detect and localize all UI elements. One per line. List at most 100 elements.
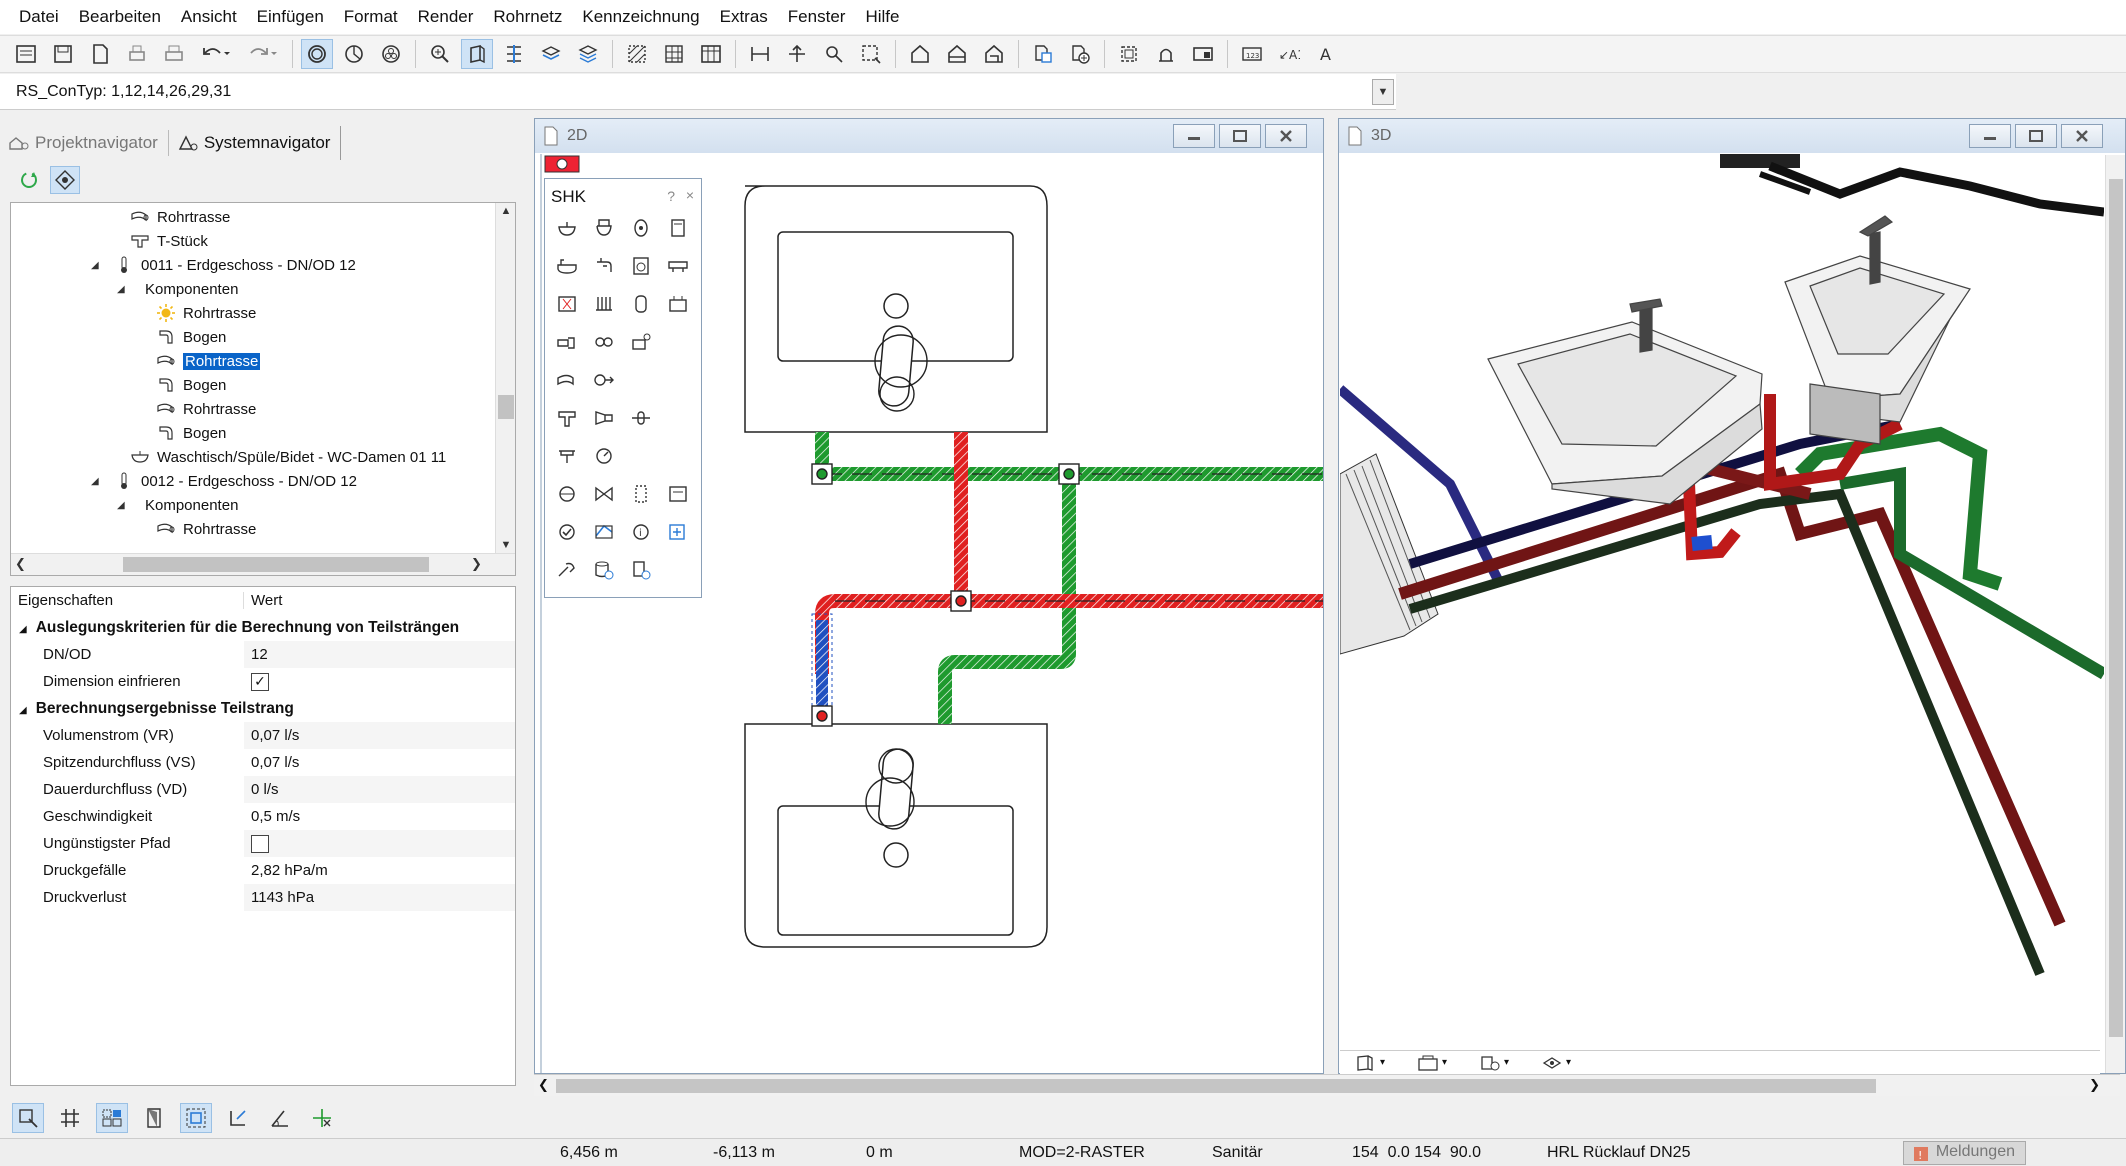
property-row-worst-path[interactable]: Ungünstigster Pfad <box>11 830 515 857</box>
text-style-button[interactable]: ↙A1 <box>1273 39 1305 69</box>
grid-button[interactable] <box>658 39 690 69</box>
chevron-down-icon[interactable]: ▼ <box>1372 79 1394 105</box>
frame-button[interactable] <box>1113 39 1145 69</box>
new-project-button[interactable] <box>10 39 42 69</box>
table-button[interactable] <box>695 39 727 69</box>
collapse-arrow-icon[interactable]: ◢ <box>91 476 105 487</box>
circle-node-icon[interactable] <box>555 483 579 505</box>
sink-icon[interactable] <box>666 255 690 277</box>
riser-button[interactable] <box>498 39 530 69</box>
property-row[interactable]: Volumenstrom (VR) 0,07 l/s <box>11 722 515 749</box>
measure-button[interactable] <box>781 39 813 69</box>
menu-extras[interactable]: Extras <box>711 0 779 34</box>
faucet-icon[interactable] <box>592 255 616 277</box>
tree-item[interactable]: T-Stück <box>129 229 208 253</box>
gate-valve-icon[interactable] <box>592 483 616 505</box>
tank-icon[interactable] <box>629 293 653 315</box>
menu-format[interactable]: Format <box>335 0 409 34</box>
maximize-button[interactable] <box>1219 124 1261 148</box>
close-button[interactable] <box>2061 124 2103 148</box>
solar-collector-icon[interactable] <box>629 331 653 353</box>
tool-icon[interactable] <box>555 559 579 581</box>
scroll-down-icon[interactable]: ▼ <box>496 539 515 551</box>
render-mode-dropdown[interactable]: ▾ <box>1416 1053 1456 1073</box>
menu-ansicht[interactable]: Ansicht <box>172 0 248 34</box>
print-button[interactable] <box>158 39 190 69</box>
scroll-right-icon[interactable]: ❯ <box>2089 1077 2100 1093</box>
tree-item[interactable]: Rohrtrasse <box>155 517 256 541</box>
snap-grid-button[interactable] <box>54 1103 86 1133</box>
layer-button[interactable] <box>535 39 567 69</box>
tree-horizontal-scrollbar[interactable]: ❮ ❯ <box>11 553 515 575</box>
property-group[interactable]: ◢ Berechnungsergebnisse Teilstrang <box>11 695 515 722</box>
ortho-button[interactable] <box>222 1103 254 1133</box>
scroll-left-icon[interactable]: ❮ <box>538 1077 549 1093</box>
tree-item[interactable]: ◢ Komponenten <box>117 493 238 517</box>
tab-systemnavigator[interactable]: Systemnavigator <box>169 126 342 160</box>
workspace-horizontal-scrollbar[interactable]: ❮ ❯ <box>534 1074 2120 1096</box>
collapse-arrow-icon[interactable]: ◢ <box>117 500 131 511</box>
urinal-icon[interactable] <box>629 217 653 239</box>
property-combo[interactable]: RS_ConTyp: 1,12,14,26,29,31 ▼ <box>0 74 1396 110</box>
scroll-up-icon[interactable]: ▲ <box>496 205 515 217</box>
scroll-left-icon[interactable]: ❮ <box>15 556 26 572</box>
property-row-freeze[interactable]: Dimension einfrieren ✓ <box>11 668 515 695</box>
cross-snap-button[interactable] <box>306 1103 338 1133</box>
close-button[interactable] <box>1265 124 1307 148</box>
layer-stack-button[interactable] <box>572 39 604 69</box>
toilet-icon[interactable] <box>592 217 616 239</box>
tree-item-selected[interactable]: Rohrtrasse <box>155 349 261 373</box>
tree-item[interactable]: Rohrtrasse <box>129 205 230 229</box>
minimize-button[interactable] <box>1969 124 2011 148</box>
menu-kennzeichnung[interactable]: Kennzeichnung <box>573 0 710 34</box>
zoom-button[interactable] <box>424 39 456 69</box>
print-preview-button[interactable] <box>121 39 153 69</box>
select-button[interactable] <box>12 1103 44 1133</box>
valve-group-icon[interactable] <box>592 331 616 353</box>
collapse-arrow-icon[interactable]: ◢ <box>19 624 27 635</box>
heat-exchanger-icon[interactable] <box>666 293 690 315</box>
menu-rohrnetz[interactable]: Rohrnetz <box>484 0 573 34</box>
refresh-button[interactable] <box>14 166 44 194</box>
radiator-icon[interactable] <box>555 293 579 315</box>
property-row[interactable]: Geschwindigkeit 0,5 m/s <box>11 803 515 830</box>
dimension-button[interactable] <box>744 39 776 69</box>
property-row-dnod[interactable]: DN/OD 12 <box>11 641 515 668</box>
copy-layer-button[interactable] <box>1027 39 1059 69</box>
bathtub-icon[interactable] <box>555 255 579 277</box>
scroll-thumb[interactable] <box>123 557 429 572</box>
angle-button[interactable] <box>264 1103 296 1133</box>
component-mode-button[interactable] <box>375 39 407 69</box>
property-row[interactable]: Druckverlust 1143 hPa <box>11 884 515 911</box>
hatch-button[interactable] <box>621 39 653 69</box>
tab-projektnavigator[interactable]: Projektnavigator <box>0 126 168 160</box>
window-button[interactable] <box>1187 39 1219 69</box>
tree-item[interactable]: ◢ Komponenten <box>117 277 238 301</box>
network-view-button[interactable] <box>50 166 80 194</box>
3d-vertical-scrollbar[interactable] <box>2105 155 2125 1073</box>
meter-icon[interactable] <box>629 483 653 505</box>
view-3d-button[interactable] <box>461 39 493 69</box>
collapse-arrow-icon[interactable]: ◢ <box>91 260 105 271</box>
component-settings-icon[interactable] <box>629 559 653 581</box>
text-field-button[interactable]: 123 <box>1236 39 1268 69</box>
minimize-button[interactable] <box>1173 124 1215 148</box>
tree-vertical-scrollbar[interactable]: ▲ ▼ <box>495 203 515 553</box>
roof-button[interactable] <box>978 39 1010 69</box>
add-layer-button[interactable] <box>1064 39 1096 69</box>
manifold-icon[interactable] <box>555 445 579 467</box>
menu-render[interactable]: Render <box>409 0 485 34</box>
select-area-button[interactable] <box>855 39 887 69</box>
messages-button[interactable]: ! Meldungen <box>1902 1141 2026 1165</box>
scroll-thumb[interactable] <box>498 395 514 419</box>
close-icon[interactable]: × <box>686 187 694 203</box>
scroll-thumb[interactable] <box>2109 179 2123 1037</box>
dnod-value[interactable]: 12 <box>244 641 515 668</box>
tree-item[interactable]: Bogen <box>155 325 226 349</box>
collapse-arrow-icon[interactable]: ◢ <box>19 705 27 716</box>
property-group[interactable]: ◢ Auslegungskriterien für die Berechnung … <box>11 614 515 641</box>
door-button[interactable] <box>138 1103 170 1133</box>
tree-item[interactable]: ◢ 0012 - Erdgeschoss - DN/OD 12 <box>91 469 357 493</box>
property-row[interactable]: Spitzendurchfluss (VS) 0,07 l/s <box>11 749 515 776</box>
help-icon[interactable]: ? <box>667 188 675 204</box>
